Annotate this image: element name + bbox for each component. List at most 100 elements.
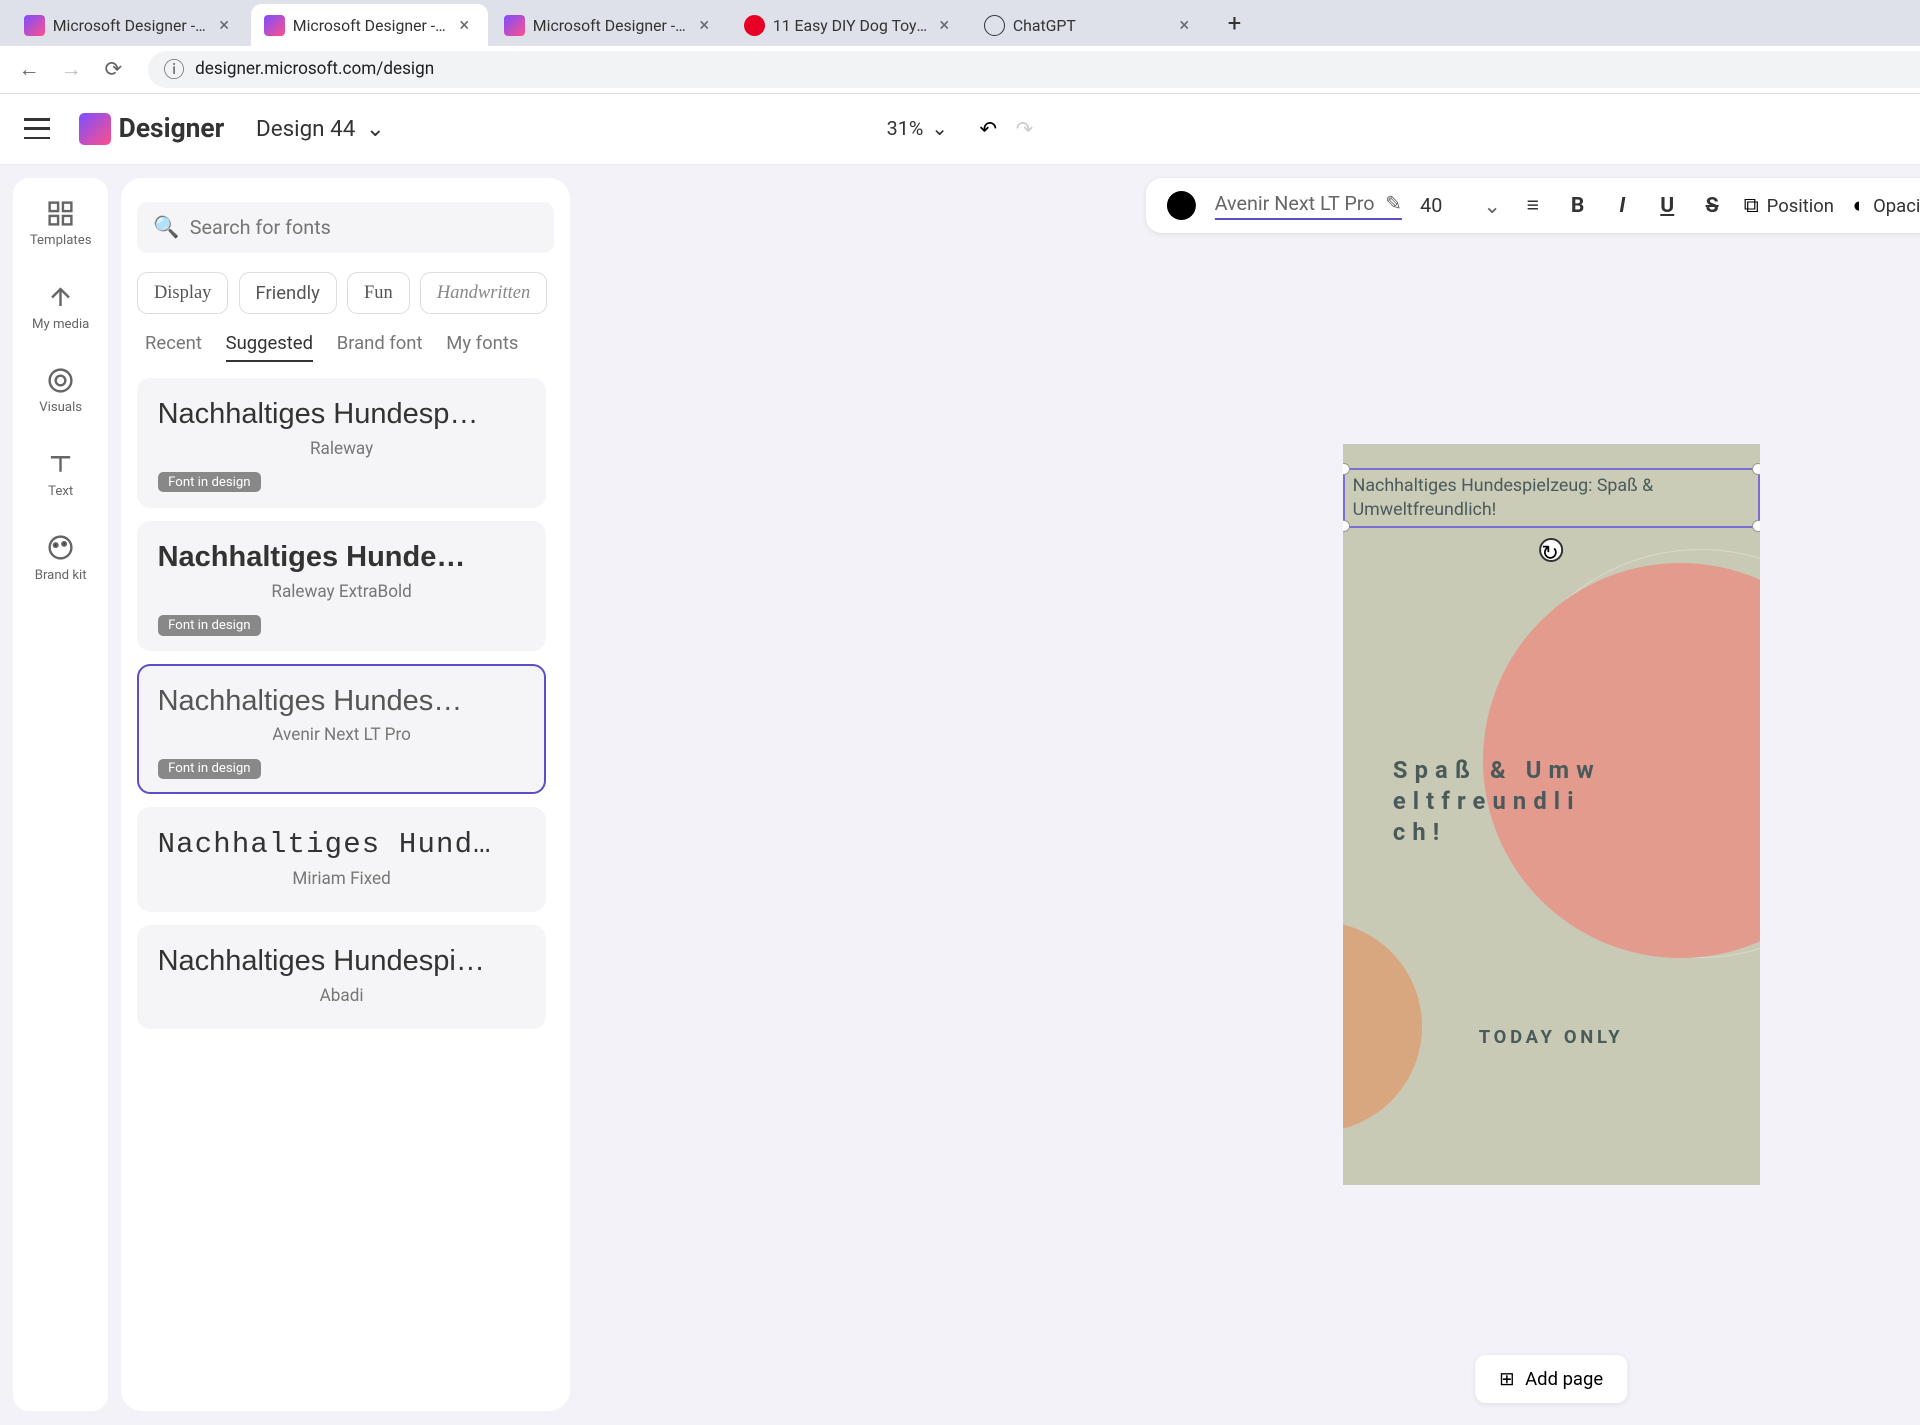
chevron-down-icon: ⌄ — [366, 116, 385, 142]
font-size-input[interactable] — [1420, 194, 1465, 217]
resize-handle-bl[interactable] — [1343, 520, 1350, 532]
add-page-button[interactable]: ⊞ Add page — [1475, 1355, 1626, 1403]
rail-templates[interactable]: Templates — [13, 194, 108, 254]
tab-my-fonts[interactable]: My fonts — [446, 332, 518, 361]
tab-suggested[interactable]: Suggested — [226, 332, 313, 361]
back-icon[interactable]: ← — [16, 56, 42, 82]
font-preview-text: Nachhaltiges Hund… — [158, 828, 526, 861]
tab-title: ChatGPT — [1013, 16, 1169, 35]
forward-icon[interactable]: → — [58, 56, 84, 82]
align-icon[interactable]: ≡ — [1520, 193, 1546, 219]
menu-hamburger-icon[interactable] — [24, 118, 50, 139]
font-preview-text: Nachhaltiges Hundes… — [158, 685, 526, 718]
font-search-input[interactable] — [190, 216, 538, 239]
font-in-design-badge: Font in design — [158, 472, 262, 492]
chevron-down-icon: ⌄ — [931, 117, 948, 140]
font-name-label: Avenir Next LT Pro — [158, 725, 526, 745]
site-info-icon[interactable]: ⓘ — [163, 54, 184, 84]
selected-text-element[interactable]: Nachhaltiges Hundespielzeug: Spaß & Umwe… — [1343, 468, 1760, 528]
tab-recent[interactable]: Recent — [145, 332, 202, 361]
palette-icon — [46, 533, 75, 562]
tab-3[interactable]: Microsoft Designer - Stunning × — [491, 4, 728, 46]
font-name-label: Raleway ExtraBold — [158, 582, 526, 602]
reload-icon[interactable]: ⟳ — [100, 56, 126, 82]
opacity-button[interactable]: ◐ Opacity — [1852, 193, 1920, 218]
body-line: eltfreundli — [1393, 787, 1581, 815]
tab-5[interactable]: ChatGPT × — [971, 4, 1208, 46]
body-line: Spaß & Umw — [1393, 756, 1601, 784]
nav-rail: Templates My media Visuals Text Brand ki… — [13, 178, 108, 1411]
visuals-icon — [46, 366, 75, 395]
font-family-dropdown[interactable]: Avenir Next LT Pro ✎ — [1215, 192, 1402, 220]
position-label: Position — [1767, 195, 1834, 217]
rail-brand-kit[interactable]: Brand kit — [13, 528, 108, 588]
italic-icon[interactable]: I — [1609, 193, 1635, 219]
chip-handwritten[interactable]: Handwritten — [420, 272, 547, 314]
design-title-dropdown[interactable]: Design 44 ⌄ — [256, 116, 385, 142]
font-family-value: Avenir Next LT Pro — [1215, 192, 1375, 215]
zoom-dropdown[interactable]: 31% ⌄ — [887, 117, 948, 140]
rail-text[interactable]: Text — [13, 444, 108, 504]
font-tabs: Recent Suggested Brand font My fonts — [137, 332, 554, 361]
redo-icon[interactable]: ↷ — [1016, 116, 1034, 142]
font-name-label: Abadi — [158, 986, 526, 1006]
font-item[interactable]: Nachhaltiges Hundespi… Abadi — [137, 925, 546, 1029]
text-color-swatch[interactable] — [1167, 191, 1196, 220]
font-search-box[interactable]: 🔍 — [137, 202, 554, 253]
resize-handle-tl[interactable] — [1343, 463, 1350, 475]
canvas-area[interactable]: Avenir Next LT Pro ✎ ⌄ ≡ B I U S ⧉ Posit… — [570, 165, 1920, 1425]
undo-icon[interactable]: ↶ — [979, 116, 997, 142]
tab-brand-font[interactable]: Brand font — [337, 332, 423, 361]
font-item[interactable]: Nachhaltiges Hunde… Raleway ExtraBold Fo… — [137, 521, 546, 651]
font-name-label: Miriam Fixed — [158, 869, 526, 889]
tab-2-active[interactable]: Microsoft Designer - Stunning × — [251, 4, 488, 46]
strikethrough-icon[interactable]: S — [1699, 193, 1725, 219]
font-panel: 🔍 Display Friendly Fun Handwritten Mo Re… — [121, 178, 569, 1411]
close-tab-icon[interactable]: × — [694, 15, 715, 36]
close-tab-icon[interactable]: × — [934, 15, 955, 36]
bold-icon[interactable]: B — [1564, 193, 1590, 219]
font-list[interactable]: Nachhaltiges Hundesp… Raleway Font in de… — [137, 378, 554, 1090]
plus-square-icon: ⊞ — [1499, 1368, 1514, 1390]
chip-display[interactable]: Display — [137, 272, 228, 314]
resize-handle-br[interactable] — [1752, 520, 1759, 532]
edit-icon: ✎ — [1385, 192, 1402, 215]
rail-visuals[interactable]: Visuals — [13, 361, 108, 421]
resize-handle-tr[interactable] — [1752, 463, 1759, 475]
text-icon — [46, 450, 75, 479]
font-in-design-badge: Font in design — [158, 759, 262, 779]
rail-label: Templates — [30, 233, 92, 248]
font-item[interactable]: Nachhaltiges Hund… Miriam Fixed — [137, 807, 546, 911]
tab-4[interactable]: 11 Easy DIY Dog Toys Using Fr × — [731, 4, 968, 46]
address-bar[interactable]: ⓘ designer.microsoft.com/design ⊞ 🔍 ☆ — [148, 51, 1920, 88]
search-icon: 🔍 — [153, 215, 179, 240]
upload-icon — [46, 283, 75, 312]
opacity-icon: ◐ — [1852, 193, 1865, 218]
opacity-label: Opacity — [1873, 195, 1920, 217]
chip-fun[interactable]: Fun — [347, 272, 409, 314]
rotate-handle[interactable]: ↻ — [1539, 538, 1563, 562]
chip-friendly[interactable]: Friendly — [239, 272, 337, 314]
rail-my-media[interactable]: My media — [13, 277, 108, 337]
close-tab-icon[interactable]: × — [1174, 15, 1195, 36]
close-tab-icon[interactable]: × — [214, 15, 235, 36]
canvas-body-text[interactable]: Spaß & Umw eltfreundli ch! — [1393, 755, 1733, 848]
font-item[interactable]: Nachhaltiges Hundes… Avenir Next LT Pro … — [137, 664, 546, 794]
rail-label: Visuals — [39, 400, 82, 415]
rail-label: Text — [48, 484, 73, 499]
designer-logo-icon — [79, 113, 111, 145]
font-item[interactable]: Nachhaltiges Hundesp… Raleway Font in de… — [137, 378, 546, 508]
chevron-down-icon[interactable]: ⌄ — [1483, 193, 1501, 219]
underline-icon[interactable]: U — [1654, 193, 1680, 219]
chatgpt-icon — [984, 15, 1005, 36]
canvas-title-text[interactable]: Nachhaltiges Hundespielzeug: Spaß & Umwe… — [1353, 474, 1750, 522]
design-canvas[interactable]: Nachhaltiges Hundespielzeug: Spaß & Umwe… — [1343, 444, 1760, 1185]
canvas-footer-text[interactable]: TODAY ONLY — [1343, 1026, 1760, 1048]
new-tab-button[interactable]: + — [1216, 5, 1253, 42]
tab-title: Microsoft Designer - Stunning — [533, 16, 689, 35]
font-filter-chips: Display Friendly Fun Handwritten Mo — [137, 272, 554, 314]
position-button[interactable]: ⧉ Position — [1744, 193, 1834, 218]
close-tab-icon[interactable]: × — [454, 15, 475, 36]
tab-1[interactable]: Microsoft Designer - Stunning × — [11, 4, 248, 46]
app-logo-text[interactable]: Designer — [119, 114, 225, 144]
